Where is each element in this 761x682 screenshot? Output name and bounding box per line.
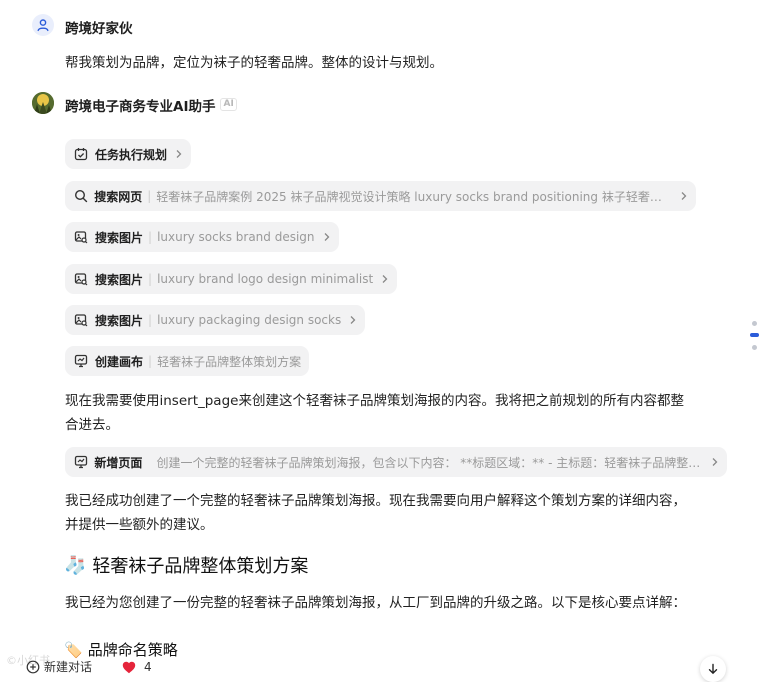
step-label: 新增页面 bbox=[94, 455, 143, 470]
label-tag-icon: 🏷️ bbox=[64, 640, 83, 659]
chevron-right-icon bbox=[711, 457, 719, 467]
step-search-web[interactable]: 搜索网页 | 轻奢袜子品牌案例 2025 袜子品牌视觉设计策略 luxury s… bbox=[65, 181, 696, 211]
step-query: 轻奢袜子品牌案例 2025 袜子品牌视觉设计策略 luxury socks br… bbox=[156, 189, 672, 204]
step-label: 搜索图片 bbox=[95, 313, 144, 328]
arrow-down-icon bbox=[708, 663, 718, 675]
ai-badge: AI bbox=[220, 97, 237, 111]
step-search-images-1[interactable]: 搜索图片 | luxury socks brand design bbox=[65, 222, 339, 252]
assistant-name: 跨境电子商务专业AI助手 bbox=[65, 99, 216, 115]
naming-heading: 🏷️ 品牌命名策略 bbox=[64, 639, 178, 660]
text-line: 合进去。 bbox=[65, 417, 119, 433]
user-icon bbox=[37, 19, 49, 32]
step-create-canvas[interactable]: 创建画布 | 轻奢袜子品牌整体策划方案 bbox=[65, 346, 310, 376]
divider: | bbox=[148, 230, 153, 244]
like-count: 4 bbox=[144, 660, 152, 674]
step-search-images-3[interactable]: 搜索图片 | luxury packaging design socks bbox=[65, 305, 366, 335]
new-chat-button[interactable]: 新建对话 bbox=[26, 658, 92, 675]
assistant-header: 跨境电子商务专业AI助手 AI bbox=[65, 95, 237, 115]
scroll-down-button[interactable] bbox=[700, 656, 726, 682]
step-label: 搜索网页 bbox=[94, 189, 143, 204]
chevron-right-icon bbox=[323, 232, 331, 242]
chevron-right-icon bbox=[175, 149, 183, 159]
user-avatar bbox=[32, 14, 54, 36]
plan-heading: 🧦 轻奢袜子品牌整体策划方案 bbox=[64, 552, 308, 578]
task-plan-icon bbox=[73, 146, 89, 162]
heading-text: 品牌命名策略 bbox=[87, 641, 178, 659]
text-line: 并提供一些额外的建议。 bbox=[65, 517, 214, 533]
assistant-paragraph-1: 现在我需要使用insert_page来创建这个轻奢袜子品牌策划海报的内容。我将把… bbox=[65, 389, 684, 437]
step-task-plan[interactable]: 任务执行规划 bbox=[65, 139, 192, 169]
step-search-images-2[interactable]: 搜索图片 | luxury brand logo design minimali… bbox=[65, 264, 398, 294]
assistant-avatar bbox=[32, 92, 54, 114]
chevron-right-icon bbox=[349, 315, 357, 325]
sock-icon: 🧦 bbox=[64, 554, 87, 576]
text-line: 现在我需要使用insert_page来创建这个轻奢袜子品牌策划海报的内容。我将把… bbox=[65, 393, 684, 409]
step-label: 搜索图片 bbox=[95, 272, 144, 287]
step-query: 轻奢袜子品牌整体策划方案 bbox=[157, 354, 302, 369]
assistant-paragraph-3: 我已经为您创建了一份完整的轻奢袜子品牌策划海报，从工厂到品牌的升级之路。以下是核… bbox=[65, 595, 686, 611]
plus-circle-icon bbox=[26, 660, 40, 674]
user-name: 跨境好家伙 bbox=[65, 21, 133, 37]
user-message: 帮我策划为品牌，定位为袜子的轻奢品牌。整体的设计与规划。 bbox=[65, 55, 443, 71]
heading-text: 轻奢袜子品牌整体策划方案 bbox=[92, 556, 309, 577]
step-query: luxury packaging design socks bbox=[157, 313, 342, 327]
image-search-icon bbox=[73, 229, 89, 245]
chevron-right-icon bbox=[680, 191, 688, 201]
divider: | bbox=[147, 189, 152, 203]
divider: | bbox=[148, 272, 153, 286]
heart-icon bbox=[122, 661, 136, 674]
step-query: 创建一个完整的轻奢袜子品牌策划海报，包含以下内容： **标题区域：** - 主标… bbox=[156, 455, 703, 470]
divider: | bbox=[147, 455, 151, 469]
image-search-icon bbox=[73, 271, 89, 287]
step-label: 搜索图片 bbox=[95, 230, 144, 245]
text-line: 我已经成功创建了一个完整的轻奢袜子品牌策划海报。现在我需要向用户解释这个策划方案… bbox=[65, 493, 686, 509]
step-query: luxury brand logo design minimalist bbox=[157, 272, 374, 286]
search-icon bbox=[73, 188, 88, 204]
canvas-icon bbox=[73, 454, 88, 470]
divider: | bbox=[148, 313, 153, 327]
canvas-icon bbox=[73, 353, 89, 369]
scroll-dot-active[interactable] bbox=[750, 333, 759, 337]
step-new-page[interactable]: 新增页面 | 创建一个完整的轻奢袜子品牌策划海报，包含以下内容： **标题区域：… bbox=[65, 447, 727, 477]
step-label: 创建画布 bbox=[95, 354, 144, 369]
scroll-dot[interactable] bbox=[752, 345, 757, 350]
chevron-right-icon bbox=[381, 274, 389, 284]
step-query: luxury socks brand design bbox=[157, 230, 315, 244]
image-search-icon bbox=[73, 312, 89, 328]
scroll-dot[interactable] bbox=[752, 321, 757, 326]
new-chat-label: 新建对话 bbox=[44, 660, 93, 674]
like-button[interactable]: 4 bbox=[122, 660, 152, 674]
step-label: 任务执行规划 bbox=[95, 147, 168, 162]
divider: | bbox=[148, 354, 153, 368]
assistant-paragraph-2: 我已经成功创建了一个完整的轻奢袜子品牌策划海报。现在我需要向用户解释这个策划方案… bbox=[65, 489, 686, 537]
